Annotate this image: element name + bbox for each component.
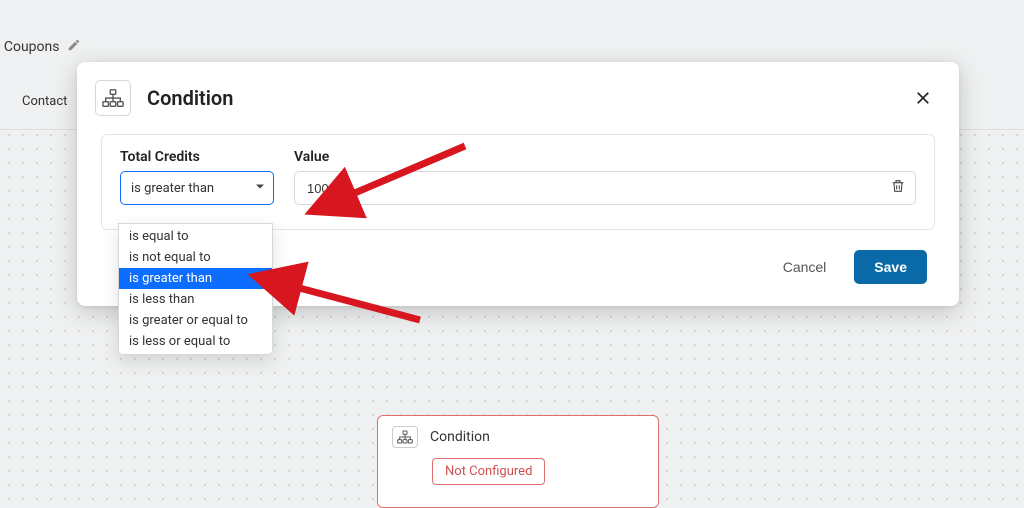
workflow-card-title: Condition (430, 429, 490, 445)
not-configured-badge[interactable]: Not Configured (432, 458, 545, 485)
operator-field-group: Total Credits is greater than (120, 149, 274, 205)
workflow-card-header: Condition (392, 426, 644, 448)
operator-option[interactable]: is not equal to (119, 247, 272, 268)
page-title-text: nced Coupons (0, 39, 59, 55)
operator-option[interactable]: is less or equal to (119, 331, 272, 352)
page-title-fragment: nced Coupons (0, 38, 81, 56)
workflow-card-condition[interactable]: Condition Not Configured (377, 415, 659, 508)
operator-select[interactable]: is greater than (120, 171, 274, 205)
modal-title: Condition (147, 86, 911, 110)
value-input-wrap (294, 171, 916, 205)
value-input[interactable] (294, 171, 916, 205)
modal-header: Condition (77, 62, 959, 134)
operator-option[interactable]: is equal to (119, 226, 272, 247)
save-button[interactable]: Save (854, 250, 927, 284)
operator-option[interactable]: is greater or equal to (119, 310, 272, 331)
sitemap-icon (392, 426, 418, 448)
value-field-group: Value (294, 149, 916, 205)
total-credits-label: Total Credits (120, 149, 274, 165)
tab-contact[interactable]: Contact (22, 94, 67, 109)
operator-selected-value: is greater than (131, 181, 214, 196)
close-button[interactable] (911, 86, 935, 110)
condition-panel: Total Credits is greater than Value (101, 134, 935, 230)
cancel-button[interactable]: Cancel (773, 251, 837, 283)
condition-row: Total Credits is greater than Value (120, 149, 916, 205)
operator-option[interactable]: is less than (119, 289, 272, 310)
pencil-icon[interactable] (67, 38, 81, 56)
trash-icon[interactable] (890, 178, 906, 198)
value-label: Value (294, 149, 916, 165)
chevron-down-icon (255, 181, 265, 196)
operator-option[interactable]: is greater than (119, 268, 272, 289)
operator-dropdown[interactable]: is equal tois not equal tois greater tha… (118, 223, 273, 355)
sitemap-icon (95, 80, 131, 116)
